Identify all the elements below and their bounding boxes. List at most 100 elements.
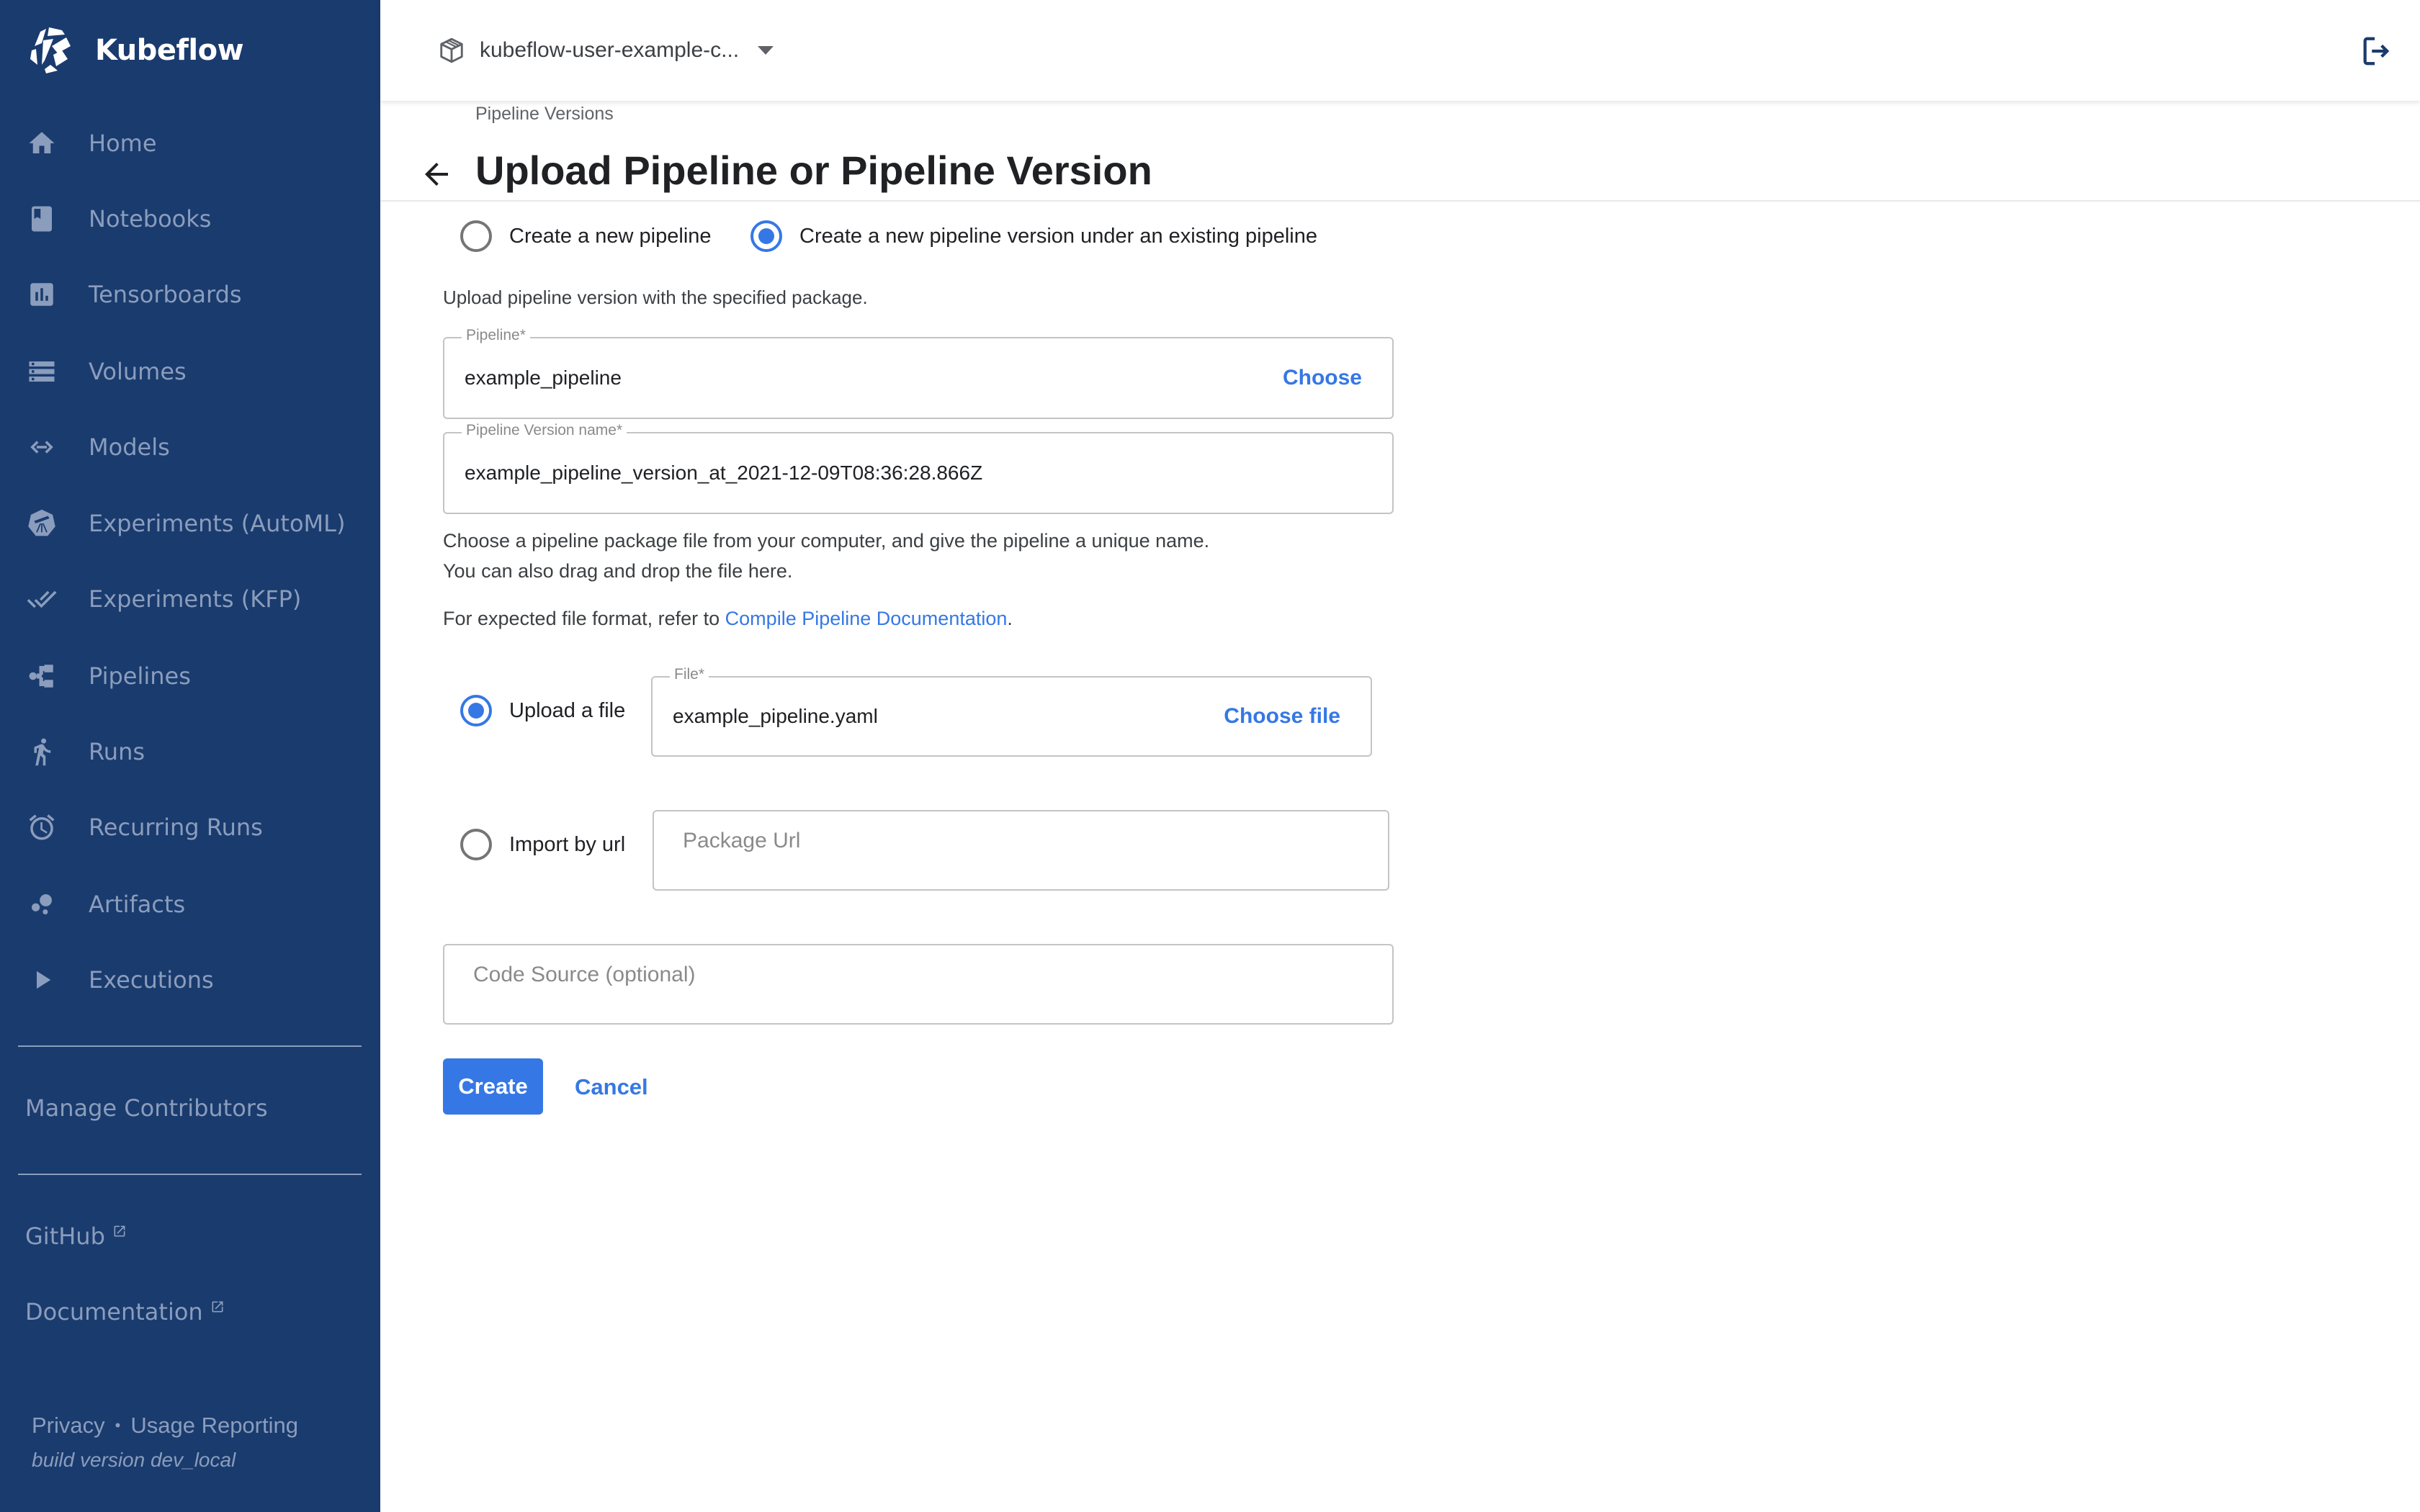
- pipeline-input[interactable]: [465, 366, 1223, 390]
- sidebar-item-models[interactable]: Models: [0, 415, 380, 480]
- back-button[interactable]: [419, 157, 454, 192]
- sidebar-item-label: Executions: [89, 966, 214, 994]
- choose-file-button[interactable]: Choose file: [1224, 704, 1340, 729]
- package-url-placeholder: Package Url: [683, 829, 801, 852]
- sidebar-item-experiments-kfp[interactable]: Experiments (KFP): [0, 567, 380, 631]
- sidebar-item-artifacts[interactable]: Artifacts: [0, 872, 380, 937]
- sidebar-item-notebooks[interactable]: Notebooks: [0, 186, 380, 251]
- alarm-clock-icon: [26, 811, 58, 843]
- arrow-left-icon: [425, 163, 448, 186]
- pipeline-version-name-input[interactable]: [465, 462, 1223, 485]
- choose-pipeline-button[interactable]: Choose: [1283, 366, 1362, 390]
- sidebar-item-label: Recurring Runs: [89, 814, 263, 841]
- footer-links: Privacy • Usage Reporting: [32, 1413, 298, 1439]
- app-name: Kubeflow: [95, 34, 244, 67]
- home-icon: [26, 127, 58, 159]
- kubeflow-logo[interactable]: Kubeflow: [24, 24, 244, 76]
- radio-upload-file[interactable]: Upload a file: [460, 695, 625, 726]
- radio-label: Import by url: [509, 832, 626, 856]
- footer-separator: •: [115, 1416, 121, 1434]
- sidebar-item-home[interactable]: Home: [0, 111, 380, 176]
- file-format-prefix: For expected file format, refer to: [443, 608, 725, 629]
- documentation-link[interactable]: Documentation: [25, 1298, 225, 1326]
- radio-create-pipeline-version[interactable]: Create a new pipeline version under an e…: [750, 220, 1317, 252]
- radio-label: Create a new pipeline version under an e…: [799, 224, 1318, 248]
- usage-reporting-link[interactable]: Usage Reporting: [130, 1413, 298, 1439]
- sidebar-divider: [18, 1045, 362, 1047]
- notebook-icon: [26, 203, 58, 235]
- sidebar-item-volumes[interactable]: Volumes: [0, 339, 380, 404]
- bar-chart-icon: [26, 279, 58, 310]
- sidebar-item-label: Notebooks: [89, 205, 212, 233]
- pipeline-field[interactable]: Pipeline* Choose: [443, 327, 1394, 419]
- privacy-link[interactable]: Privacy: [32, 1413, 105, 1439]
- pipeline-icon: [26, 660, 58, 692]
- storage-icon: [26, 356, 58, 387]
- file-format-suffix: .: [1007, 608, 1013, 629]
- package-url-field[interactable]: Package Url: [653, 810, 1389, 891]
- top-bar: kubeflow-user-example-c...: [380, 0, 2420, 101]
- sidebar-item-tensorboards[interactable]: Tensorboards: [0, 262, 380, 327]
- radio-checked-icon: [460, 695, 492, 726]
- build-version: build version dev_local: [32, 1449, 236, 1471]
- radio-label: Upload a file: [509, 698, 626, 722]
- chevron-down-icon: [758, 46, 774, 55]
- cancel-button[interactable]: Cancel: [575, 1074, 648, 1100]
- instructions-line-1: Choose a pipeline package file from your…: [443, 530, 1210, 552]
- sidebar-item-label: Volumes: [89, 358, 187, 385]
- breadcrumb[interactable]: Pipeline Versions: [475, 104, 614, 125]
- code-arrows-icon: [26, 431, 58, 463]
- sidebar-item-recurring-runs[interactable]: Recurring Runs: [0, 795, 380, 860]
- pipeline-version-name-label: Pipeline Version name*: [462, 422, 627, 439]
- sidebar-item-experiments-automl[interactable]: Experiments (AutoML): [0, 491, 380, 556]
- logout-icon: [2363, 37, 2390, 66]
- sidebar-item-label: Pipelines: [89, 662, 191, 690]
- page-title: Upload Pipeline or Pipeline Version: [475, 148, 1152, 193]
- radio-unchecked-icon: [460, 220, 492, 252]
- file-field-label: File*: [670, 666, 709, 683]
- radio-import-by-url[interactable]: Import by url: [460, 829, 625, 860]
- file-input[interactable]: [673, 705, 1247, 728]
- logout-button[interactable]: [2360, 35, 2393, 68]
- double-check-icon: [26, 583, 58, 615]
- create-button[interactable]: Create: [443, 1058, 543, 1115]
- sidebar-item-label: Experiments (AutoML): [89, 510, 346, 537]
- sidebar-item-label: Tensorboards: [89, 281, 242, 308]
- code-source-field[interactable]: Code Source (optional): [443, 944, 1394, 1025]
- sidebar-item-label: Artifacts: [89, 891, 186, 918]
- sidebar-item-pipelines[interactable]: Pipelines: [0, 644, 380, 708]
- radio-create-new-pipeline[interactable]: Create a new pipeline: [460, 220, 712, 252]
- sidebar-item-label: Experiments (KFP): [89, 585, 302, 613]
- main-content: Pipeline Versions Upload Pipeline or Pip…: [380, 101, 2420, 1512]
- play-icon: [26, 964, 58, 996]
- radio-checked-icon: [750, 220, 782, 252]
- namespace-selector[interactable]: kubeflow-user-example-c...: [438, 33, 774, 68]
- radio-unchecked-icon: [460, 829, 492, 860]
- cube-icon: [440, 37, 463, 63]
- external-link-icon: [210, 1292, 225, 1313]
- pipeline-field-label: Pipeline*: [462, 327, 530, 344]
- file-format-note: For expected file format, refer to Compi…: [443, 608, 1013, 630]
- sidebar-item-label: Runs: [89, 738, 145, 765]
- manage-contributors-link[interactable]: Manage Contributors: [25, 1094, 268, 1122]
- sidebar-item-executions[interactable]: Executions: [0, 948, 380, 1012]
- instructions-line-2: You can also drag and drop the file here…: [443, 560, 793, 582]
- documentation-link-label: Documentation: [25, 1298, 203, 1326]
- pipeline-version-name-field[interactable]: Pipeline Version name*: [443, 422, 1394, 514]
- compile-pipeline-docs-link[interactable]: Compile Pipeline Documentation: [725, 608, 1008, 629]
- kubeflow-logo-icon: [30, 27, 71, 73]
- sidebar-item-runs[interactable]: Runs: [0, 719, 380, 784]
- github-link-label: GitHub: [25, 1223, 105, 1250]
- bubbles-icon: [26, 888, 58, 920]
- namespace-name: kubeflow-user-example-c...: [480, 38, 740, 62]
- sidebar: Kubeflow Home Notebooks Tensorboards Vol…: [0, 0, 380, 1512]
- github-link[interactable]: GitHub: [25, 1223, 127, 1250]
- code-source-placeholder: Code Source (optional): [473, 963, 696, 986]
- running-person-icon: [26, 736, 58, 768]
- file-field[interactable]: File* Choose file: [651, 666, 1372, 757]
- sidebar-item-label: Models: [89, 433, 170, 461]
- sidebar-item-label: Home: [89, 130, 157, 157]
- form-subtitle: Upload pipeline version with the specifi…: [443, 287, 868, 308]
- title-divider: [380, 200, 2420, 202]
- radio-label: Create a new pipeline: [509, 224, 712, 248]
